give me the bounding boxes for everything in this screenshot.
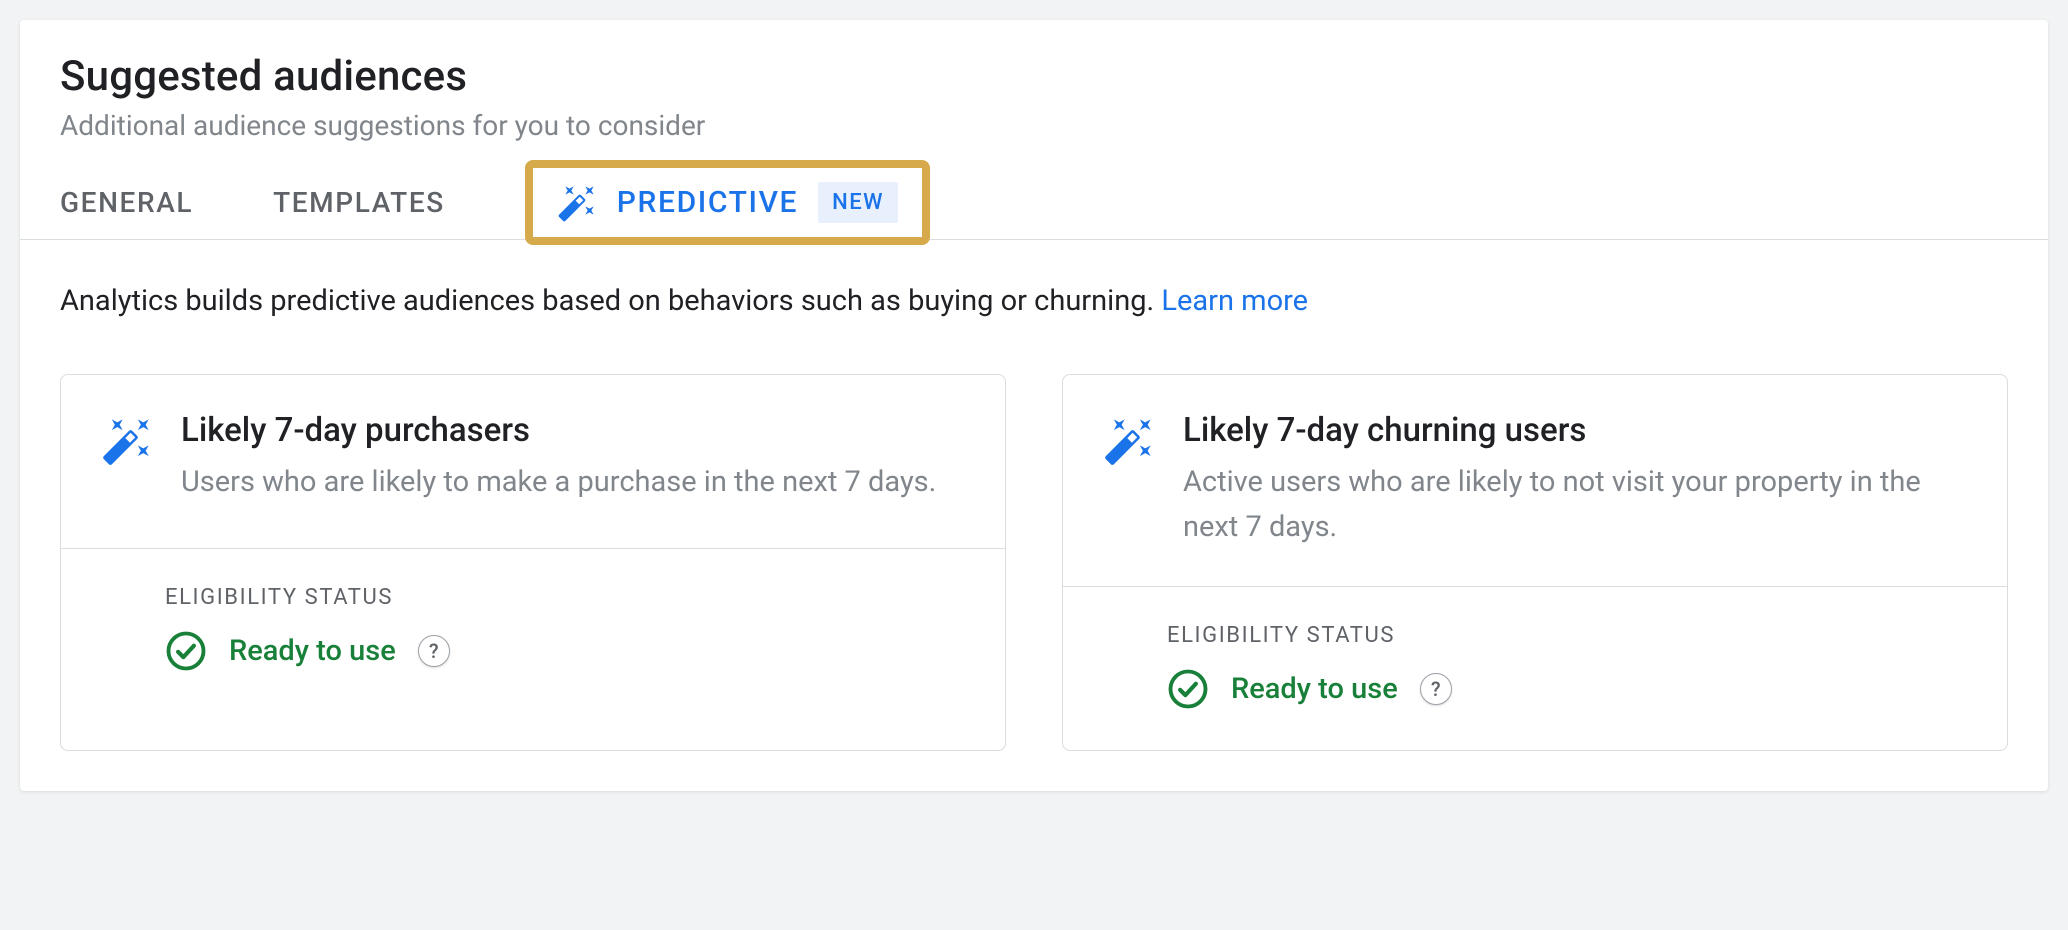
tab-label: PREDICTIVE xyxy=(617,185,798,220)
tab-predictive[interactable]: PREDICTIVE NEW xyxy=(525,160,930,245)
page-title: Suggested audiences xyxy=(60,52,2008,101)
suggested-audiences-panel: Suggested audiences Additional audience … xyxy=(20,20,2048,791)
help-icon[interactable]: ? xyxy=(418,635,450,667)
intro-description: Analytics builds predictive audiences ba… xyxy=(60,284,1161,318)
status-text: Ready to use xyxy=(1231,672,1398,706)
tab-templates[interactable]: TEMPLATES xyxy=(273,166,445,239)
content-area: Analytics builds predictive audiences ba… xyxy=(20,240,2048,791)
status-row: Ready to use ? xyxy=(1167,668,1967,710)
card-text: Likely 7-day purchasers Users who are li… xyxy=(181,411,965,505)
eligibility-label: ELIGIBILITY STATUS xyxy=(1167,623,1967,648)
check-circle-icon xyxy=(1167,668,1209,710)
card-description: Active users who are likely to not visit… xyxy=(1183,460,1967,550)
tab-general[interactable]: GENERAL xyxy=(60,166,193,239)
status-row: Ready to use ? xyxy=(165,630,965,672)
panel-header: Suggested audiences Additional audience … xyxy=(20,20,2048,239)
audience-card-purchasers[interactable]: Likely 7-day purchasers Users who are li… xyxy=(60,374,1006,751)
status-text: Ready to use xyxy=(229,634,396,668)
eligibility-label: ELIGIBILITY STATUS xyxy=(165,585,965,610)
new-badge: NEW xyxy=(818,182,898,223)
intro-text: Analytics builds predictive audiences ba… xyxy=(60,284,2008,318)
card-body: Likely 7-day purchasers Users who are li… xyxy=(61,375,1005,549)
tab-label: TEMPLATES xyxy=(273,186,445,219)
magic-wand-icon xyxy=(1103,415,1155,467)
card-title: Likely 7-day churning users xyxy=(1183,411,1967,450)
magic-wand-icon xyxy=(557,183,597,223)
tab-label: GENERAL xyxy=(60,186,193,219)
audience-card-churning[interactable]: Likely 7-day churning users Active users… xyxy=(1062,374,2008,751)
card-description: Users who are likely to make a purchase … xyxy=(181,460,965,505)
check-circle-icon xyxy=(165,630,207,672)
magic-wand-icon xyxy=(101,415,153,467)
cards-container: Likely 7-day purchasers Users who are li… xyxy=(60,374,2008,751)
learn-more-link[interactable]: Learn more xyxy=(1161,284,1308,318)
tabs: GENERAL TEMPLATES PREDICTIVE NEW xyxy=(60,166,2008,239)
card-footer: ELIGIBILITY STATUS Ready to use ? xyxy=(61,549,1005,712)
page-subtitle: Additional audience suggestions for you … xyxy=(60,109,2008,142)
card-text: Likely 7-day churning users Active users… xyxy=(1183,411,1967,550)
card-title: Likely 7-day purchasers xyxy=(181,411,965,450)
card-footer: ELIGIBILITY STATUS Ready to use ? xyxy=(1063,587,2007,750)
card-body: Likely 7-day churning users Active users… xyxy=(1063,375,2007,587)
help-icon[interactable]: ? xyxy=(1420,673,1452,705)
